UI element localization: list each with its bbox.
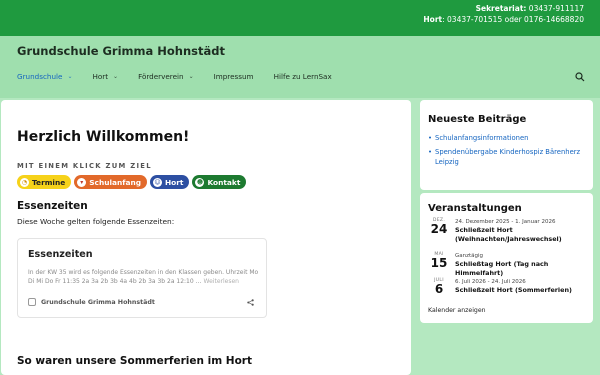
- share-icon[interactable]: [247, 299, 254, 306]
- nav-label: Förderverein: [138, 72, 184, 81]
- event-day: 6: [434, 282, 444, 296]
- recent-posts-widget: Neueste Beiträge Schulanfangsinformation…: [420, 100, 593, 190]
- nav-label: Impressum: [213, 72, 254, 81]
- card-title[interactable]: Essenzeiten: [28, 249, 93, 260]
- event-range: 24. Dezember 2025 - 1. Januar 2026: [455, 219, 556, 225]
- termine-button[interactable]: ◔ Termine: [17, 175, 72, 189]
- recent-posts-list: Schulanfangsinformationen Spendenübergab…: [428, 133, 588, 171]
- search-icon[interactable]: [575, 72, 585, 82]
- hort-phones[interactable]: : 03437-701515 oder 0176-14668820: [442, 15, 584, 24]
- event-title[interactable]: Schließtag Hort (Tag nach Himmelfahrt): [455, 260, 590, 278]
- main-navigation: Grundschule ⌄ Hort ⌄ Förderverein ⌄ Impress…: [17, 72, 352, 81]
- section-heading-essenzeiten: Essenzeiten: [17, 200, 88, 212]
- event-info: 6. Juli 2026 - 24. Juli 2026 Schließzeit…: [455, 278, 590, 295]
- event-day: 15: [430, 256, 448, 270]
- recent-post-link[interactable]: Spendenübergabe Kinderhospiz Bärenherz L…: [428, 147, 588, 168]
- button-label: Schulanfang: [89, 177, 141, 187]
- contact-info: Sekretariat: 03437-911117 Hort: 03437-70…: [423, 4, 584, 25]
- recent-post-link[interactable]: Schulanfangsinformationen: [428, 133, 588, 144]
- chevron-down-icon: ⌄: [67, 73, 73, 80]
- nav-item-impressum[interactable]: Impressum: [214, 72, 254, 81]
- chevron-down-icon: ⌄: [113, 73, 119, 80]
- quick-links-label: MIT EINEM KLICK ZUM ZIEL: [17, 162, 152, 170]
- widget-title: Neueste Beiträge: [428, 114, 527, 125]
- button-label: Termine: [32, 177, 66, 187]
- event-date: DEZ. 24: [428, 218, 450, 235]
- cone-icon: ▾: [77, 177, 87, 187]
- secretariat-phone[interactable]: 03437-911117: [529, 4, 584, 13]
- nav-label: Hilfe zu LernSax: [273, 72, 332, 81]
- nav-item-foerderverein[interactable]: Förderverein ⌄: [138, 72, 194, 81]
- event-title[interactable]: Schließzeit Hort (Sommerferien): [455, 286, 590, 295]
- nav-item-grundschule[interactable]: Grundschule ⌄: [17, 72, 72, 81]
- nav-label: Hort: [92, 72, 109, 81]
- nav-item-hort[interactable]: Hort ⌄: [92, 72, 118, 81]
- hort-label: Hort: [423, 14, 443, 24]
- event-range: Ganztägig: [455, 253, 484, 259]
- event-date: MAI 15: [428, 252, 450, 269]
- kids-icon: ☺: [153, 177, 162, 187]
- event-info: 24. Dezember 2025 - 1. Januar 2026 Schli…: [455, 218, 590, 244]
- main-content: Herzlich Willkommen! MIT EINEM KLICK ZUM…: [1, 100, 411, 375]
- nav-label: Grundschule: [17, 72, 63, 81]
- section-subtext: Diese Woche gelten folgende Essenzeiten:: [17, 217, 175, 226]
- page-title: Herzlich Willkommen!: [17, 129, 190, 145]
- site-title[interactable]: Grundschule Grimma Hohnstädt: [17, 44, 225, 58]
- chevron-down-icon: ⌄: [188, 73, 194, 80]
- button-label: Kontakt: [207, 177, 241, 187]
- secretariat-label: Sekretariat:: [475, 4, 527, 13]
- event-day: 24: [430, 222, 448, 236]
- site-header: Grundschule Grimma Hohnstädt Grundschule…: [0, 36, 600, 98]
- events-widget: Veranstaltungen DEZ. 24 24. Dezember 202…: [420, 193, 593, 323]
- calendar-link[interactable]: Kalender anzeigen: [428, 307, 486, 314]
- nav-item-lernsax-help[interactable]: Hilfe zu LernSax: [274, 72, 332, 81]
- card-footer: Grundschule Grimma Hohnstädt: [28, 298, 155, 306]
- event-date: JULI 6: [428, 278, 450, 295]
- button-label: Hort: [165, 177, 184, 187]
- contact-icon: ☻: [195, 177, 205, 187]
- quick-links: ◔ Termine ▾ Schulanfang ☺ Hort ☻ Kontakt: [17, 175, 247, 189]
- kontakt-button[interactable]: ☻ Kontakt: [192, 175, 247, 189]
- top-bar: Sekretariat: 03437-911117 Hort: 03437-70…: [0, 0, 600, 36]
- clock-icon: ◔: [20, 177, 29, 187]
- event-title[interactable]: Schließzeit Hort (Weihnachten/Jahreswech…: [455, 226, 590, 244]
- hort-button[interactable]: ☺ Hort: [150, 175, 190, 189]
- card-site-name[interactable]: Grundschule Grimma Hohnstädt: [41, 299, 155, 306]
- section-heading-sommerferien: So waren unsere Sommerferien im Hort: [17, 355, 252, 367]
- event-info: Ganztägig Schließtag Hort (Tag nach Himm…: [455, 252, 590, 278]
- event-range: 6. Juli 2026 - 24. Juli 2026: [455, 279, 526, 285]
- widget-title: Veranstaltungen: [428, 203, 522, 214]
- site-icon: [28, 298, 36, 306]
- embedded-post-card[interactable]: Essenzeiten In der KW 35 wird es folgend…: [17, 238, 267, 318]
- schulanfang-button[interactable]: ▾ Schulanfang: [74, 175, 147, 189]
- read-more-link[interactable]: Weiterlesen: [204, 278, 239, 285]
- card-excerpt: In der KW 35 wird es folgende Essenzeite…: [28, 268, 260, 286]
